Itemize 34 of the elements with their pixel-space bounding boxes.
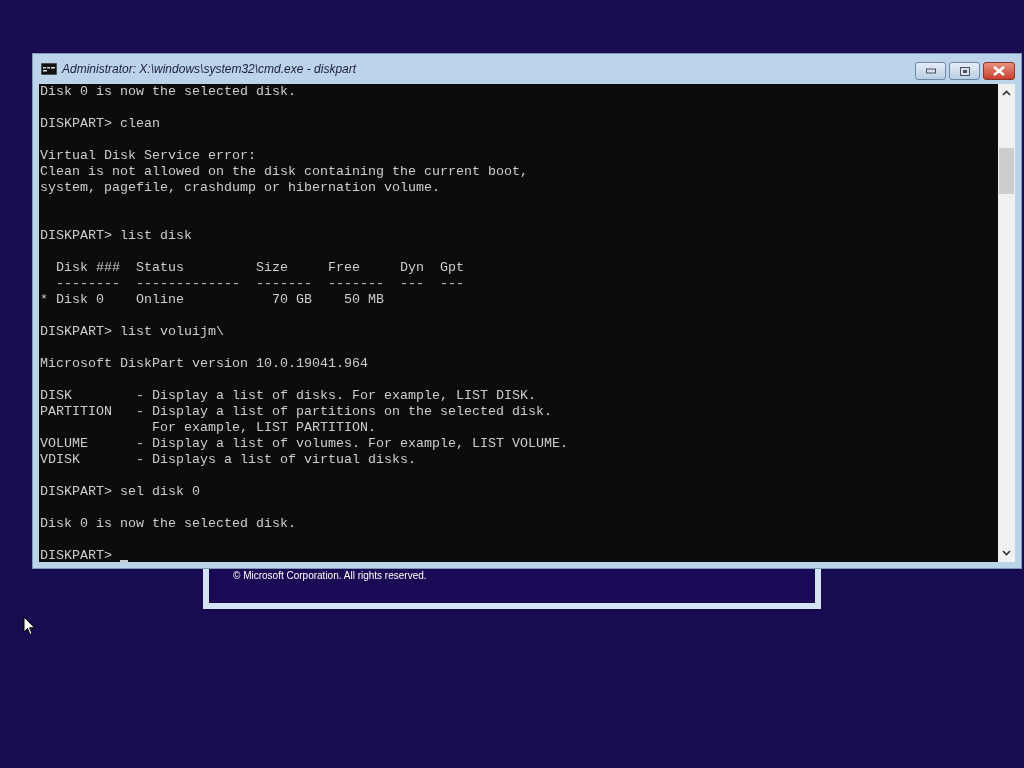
console-line: DISKPART> sel disk 0 xyxy=(40,484,200,499)
console-line: Clean is not allowed on the disk containing the current boot, xyxy=(40,164,528,179)
console-line: * Disk 0 Online 70 GB 50 MB xyxy=(40,292,384,307)
console-icon xyxy=(41,63,57,75)
console-line: Virtual Disk Service error: xyxy=(40,148,256,163)
minimize-icon xyxy=(925,68,936,74)
mouse-pointer-icon xyxy=(23,616,36,636)
scrollbar[interactable] xyxy=(998,84,1015,562)
console-line: VDISK - Displays a list of virtual disks. xyxy=(40,452,416,467)
console-line: DISKPART> list disk xyxy=(40,228,192,243)
console-line: For example, LIST PARTITION. xyxy=(150,420,376,435)
command-prompt: DISKPART> xyxy=(40,548,112,562)
text-cursor xyxy=(120,560,128,562)
console-line: VOLUME - Display a list of volumes. For example, LIST VOLUME. xyxy=(40,436,568,451)
scroll-up-icon[interactable] xyxy=(1002,90,1011,96)
close-button[interactable] xyxy=(983,62,1015,80)
scroll-down-icon[interactable] xyxy=(1002,550,1011,556)
console-line: Disk ### Status Size Free Dyn Gpt xyxy=(55,260,464,275)
scroll-thumb[interactable] xyxy=(999,148,1014,194)
console-line: Microsoft DiskPart version 10.0.19041.964 xyxy=(40,356,368,371)
console-line: DISK - Display a list of disks. For example, LIST DISK. xyxy=(40,388,536,403)
maximize-button[interactable] xyxy=(949,62,980,80)
console-line: Disk 0 is now the selected disk. xyxy=(40,84,296,99)
close-icon xyxy=(993,66,1005,76)
maximize-icon xyxy=(959,66,970,76)
console-line: Disk 0 is now the selected disk. xyxy=(40,516,296,531)
minimize-button[interactable] xyxy=(915,62,946,80)
console-line: DISKPART> list voluijm\ xyxy=(40,324,224,339)
copyright-text: © Microsoft Corporation. All rights reserved. xyxy=(233,570,427,581)
console-line: system, pagefile, crashdump or hibernation volume. xyxy=(40,180,440,195)
console-line: DISKPART> clean xyxy=(40,116,160,131)
window-title: Administrator: X:\windows\system32\cmd.exe - diskpart xyxy=(62,62,357,76)
console-line: PARTITION - Display a list of partitions on the selected disk. xyxy=(40,404,552,419)
console-line: -------- ------------- ------- ------- --- --- xyxy=(55,276,464,291)
